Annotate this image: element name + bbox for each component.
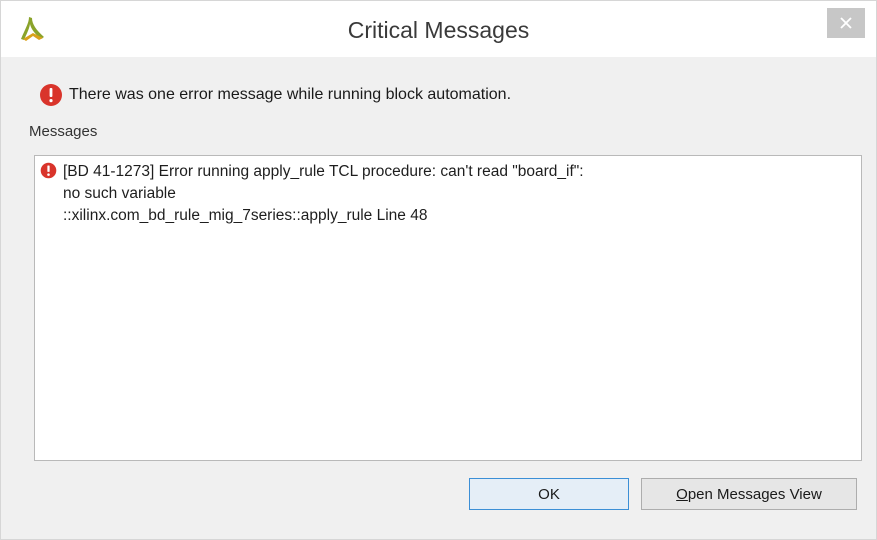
messages-list[interactable]: [BD 41-1273] Error running apply_rule TC…	[34, 155, 862, 461]
mnemonic-letter: O	[676, 486, 688, 503]
message-line: ::xilinx.com_bd_rule_mig_7series::apply_…	[63, 207, 428, 224]
messages-label: Messages	[29, 123, 98, 140]
message-line: no such variable	[63, 185, 176, 202]
close-button[interactable]	[827, 8, 865, 38]
message-text: [BD 41-1273] Error running apply_rule TC…	[63, 161, 584, 227]
error-icon	[39, 83, 63, 107]
summary-message: There was one error message while runnin…	[69, 86, 512, 103]
title-bar[interactable]: Critical Messages	[1, 1, 876, 57]
open-messages-view-button[interactable]: Open Messages View	[641, 478, 857, 510]
button-label: pen Messages View	[687, 486, 822, 503]
error-icon	[40, 162, 57, 179]
critical-messages-dialog: Critical Messages There was one error me…	[0, 0, 877, 540]
window-title: Critical Messages	[347, 17, 530, 43]
dialog-body: There was one error message while runnin…	[13, 57, 864, 527]
message-line: [BD 41-1273] Error running apply_rule TC…	[63, 163, 584, 180]
close-icon	[840, 17, 852, 29]
ok-button[interactable]: OK	[469, 478, 629, 510]
